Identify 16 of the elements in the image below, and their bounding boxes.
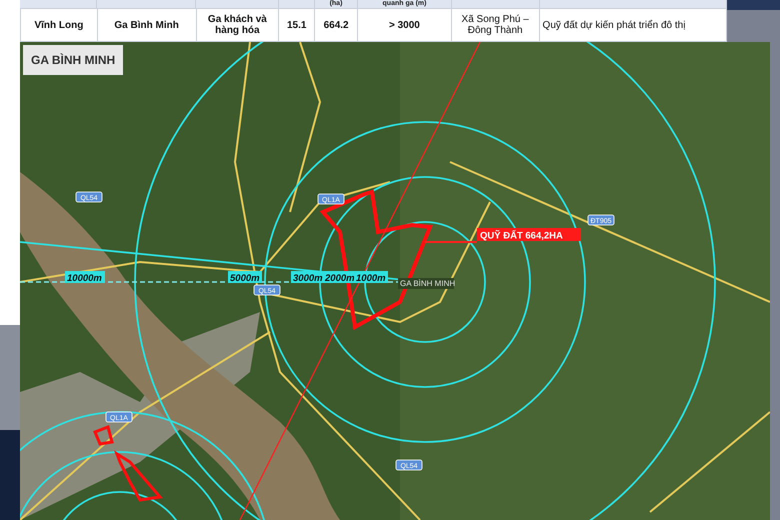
table-cell: > 3000 (358, 9, 452, 41)
distance-label: 10000m (65, 271, 105, 284)
distance-label: 2000m (323, 271, 357, 284)
table-cell: Vĩnh Long (21, 9, 98, 41)
table-cell: Ga Bình Minh (98, 9, 196, 41)
land-area-label: QUỸ ĐẤT 664,2HA (477, 228, 581, 242)
table-cell-text: Quỹ đất dự kiến phát triển đô thị (542, 18, 686, 32)
table-cell: 15.1 (279, 9, 316, 41)
distance-label: 3000m (291, 271, 325, 284)
distance-label: 1000m (354, 271, 388, 284)
table-cell: Ga khách và hàng hóa (196, 9, 280, 41)
table-cell: 664.2 (315, 9, 358, 41)
map-title: GA BÌNH MINH (23, 45, 124, 75)
station-label: GA BÌNH MINH (398, 278, 456, 289)
table-cell: Xã Song Phú – Đông Thành (452, 9, 540, 41)
distance-label: 5000m (228, 271, 262, 284)
